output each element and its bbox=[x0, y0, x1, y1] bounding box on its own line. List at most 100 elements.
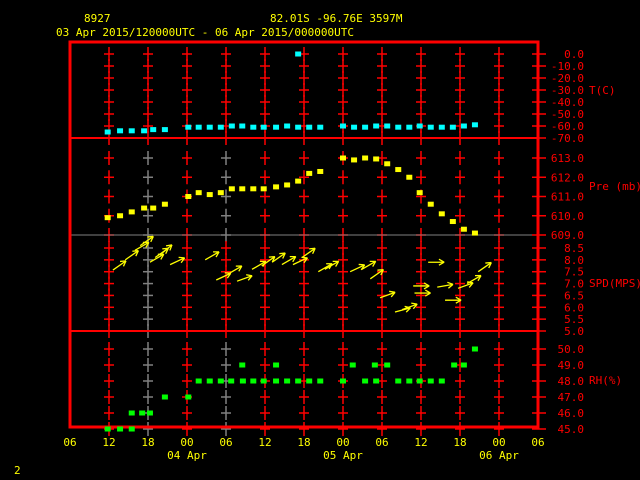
x-tick-label: 18 bbox=[141, 436, 154, 449]
pressure-point bbox=[260, 186, 267, 192]
x-tick-label: 06 bbox=[375, 436, 388, 449]
humidity-point bbox=[384, 362, 391, 368]
humidity-point bbox=[146, 410, 153, 416]
pressure-point bbox=[195, 190, 202, 196]
humidity-point bbox=[373, 378, 380, 384]
pressure-point bbox=[117, 213, 124, 219]
wind-arrow bbox=[236, 274, 253, 282]
wind-arrow bbox=[349, 263, 366, 273]
time-period: 03 Apr 2015/120000UTC - 06 Apr 2015/0000… bbox=[56, 26, 354, 39]
pressure-point bbox=[427, 201, 434, 207]
wind-arrow bbox=[124, 250, 139, 261]
pressure-point bbox=[384, 161, 391, 167]
humidity-point bbox=[317, 378, 324, 384]
humidity-point bbox=[128, 410, 135, 416]
pressure-point bbox=[104, 215, 111, 221]
humidity-point bbox=[217, 378, 224, 384]
temperature-point bbox=[195, 124, 202, 130]
pressure-point bbox=[295, 178, 302, 184]
temperature-point bbox=[217, 124, 224, 130]
station-id: 8927 bbox=[84, 12, 111, 25]
x-date-label: 05 Apr bbox=[323, 449, 363, 462]
temperature-point bbox=[141, 128, 148, 134]
y-tick-label: 611.0 bbox=[551, 191, 584, 204]
humidity-point bbox=[306, 378, 313, 384]
humidity-point bbox=[239, 378, 246, 384]
humidity-point bbox=[139, 410, 146, 416]
pressure-point bbox=[128, 209, 135, 215]
x-date-label: 06 Apr bbox=[479, 449, 519, 462]
humidity-point bbox=[371, 362, 378, 368]
humidity-point bbox=[228, 378, 235, 384]
wind-arrow bbox=[204, 251, 220, 261]
wind-arrow bbox=[149, 253, 165, 263]
temperature-point bbox=[128, 128, 135, 134]
humidity-point bbox=[104, 426, 111, 432]
x-tick-label: 06 bbox=[531, 436, 544, 449]
humidity-point bbox=[195, 378, 202, 384]
humidity-point bbox=[250, 378, 257, 384]
grid-markers bbox=[104, 47, 504, 436]
y-tick-label: 50.0 bbox=[558, 343, 585, 356]
pressure-point bbox=[362, 155, 369, 161]
humidity-point bbox=[239, 362, 246, 368]
temperature-point bbox=[273, 124, 280, 130]
pressure-point bbox=[460, 226, 467, 232]
pressure-point bbox=[395, 167, 402, 173]
y-tick-label: 610.0 bbox=[551, 210, 584, 223]
temperature-point bbox=[395, 124, 402, 130]
humidity-point bbox=[406, 378, 413, 384]
temperature-point bbox=[362, 124, 369, 130]
wind-arrow bbox=[428, 258, 445, 266]
temperature-point bbox=[416, 123, 423, 129]
pressure-point bbox=[150, 205, 157, 211]
pressure-point bbox=[217, 190, 224, 196]
pressure-point bbox=[351, 157, 358, 163]
pressure-point bbox=[317, 168, 324, 174]
meteogram: 8927 82.01S -96.76E 3597M 03 Apr 2015/12… bbox=[14, 12, 640, 477]
temperature-point bbox=[206, 124, 213, 130]
pressure-point bbox=[438, 211, 445, 217]
wind-arrow bbox=[466, 274, 482, 285]
temperature-point bbox=[260, 124, 267, 130]
pressure-point bbox=[284, 182, 291, 188]
pressure-point bbox=[228, 186, 235, 192]
y-tick-label: 612.0 bbox=[551, 171, 584, 184]
pressure-point bbox=[161, 201, 168, 207]
temperature-point bbox=[471, 122, 478, 128]
y-tick-label: 5.0 bbox=[564, 325, 584, 338]
humidity-point bbox=[185, 394, 192, 400]
y-tick-label: 48.0 bbox=[558, 375, 585, 388]
temperature-point bbox=[306, 124, 313, 130]
humidity-point bbox=[416, 378, 423, 384]
axis-title-temperature: T(C) bbox=[589, 84, 616, 97]
temperature-point bbox=[239, 123, 246, 129]
pressure-point bbox=[239, 186, 246, 192]
wind-arrow bbox=[227, 265, 243, 275]
temperature-point bbox=[150, 127, 157, 133]
humidity-point bbox=[349, 362, 356, 368]
page-number: 2 bbox=[14, 464, 21, 477]
x-tick-label: 18 bbox=[453, 436, 466, 449]
humidity-point bbox=[161, 394, 168, 400]
temperature-point bbox=[460, 123, 467, 129]
temperature-point bbox=[406, 124, 413, 130]
x-tick-label: 06 bbox=[63, 436, 76, 449]
x-tick-label: 12 bbox=[102, 436, 115, 449]
humidity-point bbox=[438, 378, 445, 384]
x-tick-label: 12 bbox=[258, 436, 271, 449]
axis-title-pressure: Pre (mb) bbox=[589, 180, 640, 193]
y-tick-label: 609.0 bbox=[551, 229, 584, 242]
pressure-point bbox=[471, 230, 478, 236]
humidity-point bbox=[117, 426, 124, 432]
x-date-label: 04 Apr bbox=[167, 449, 207, 462]
temperature-point bbox=[427, 124, 434, 130]
x-tick-label: 00 bbox=[492, 436, 505, 449]
humidity-point bbox=[395, 378, 402, 384]
pressure-point bbox=[141, 205, 148, 211]
x-tick-label: 06 bbox=[219, 436, 232, 449]
humidity-point bbox=[260, 378, 267, 384]
y-tick-label: -70.0 bbox=[551, 132, 584, 145]
y-tick-label: 46.0 bbox=[558, 407, 585, 420]
humidity-point bbox=[206, 378, 213, 384]
